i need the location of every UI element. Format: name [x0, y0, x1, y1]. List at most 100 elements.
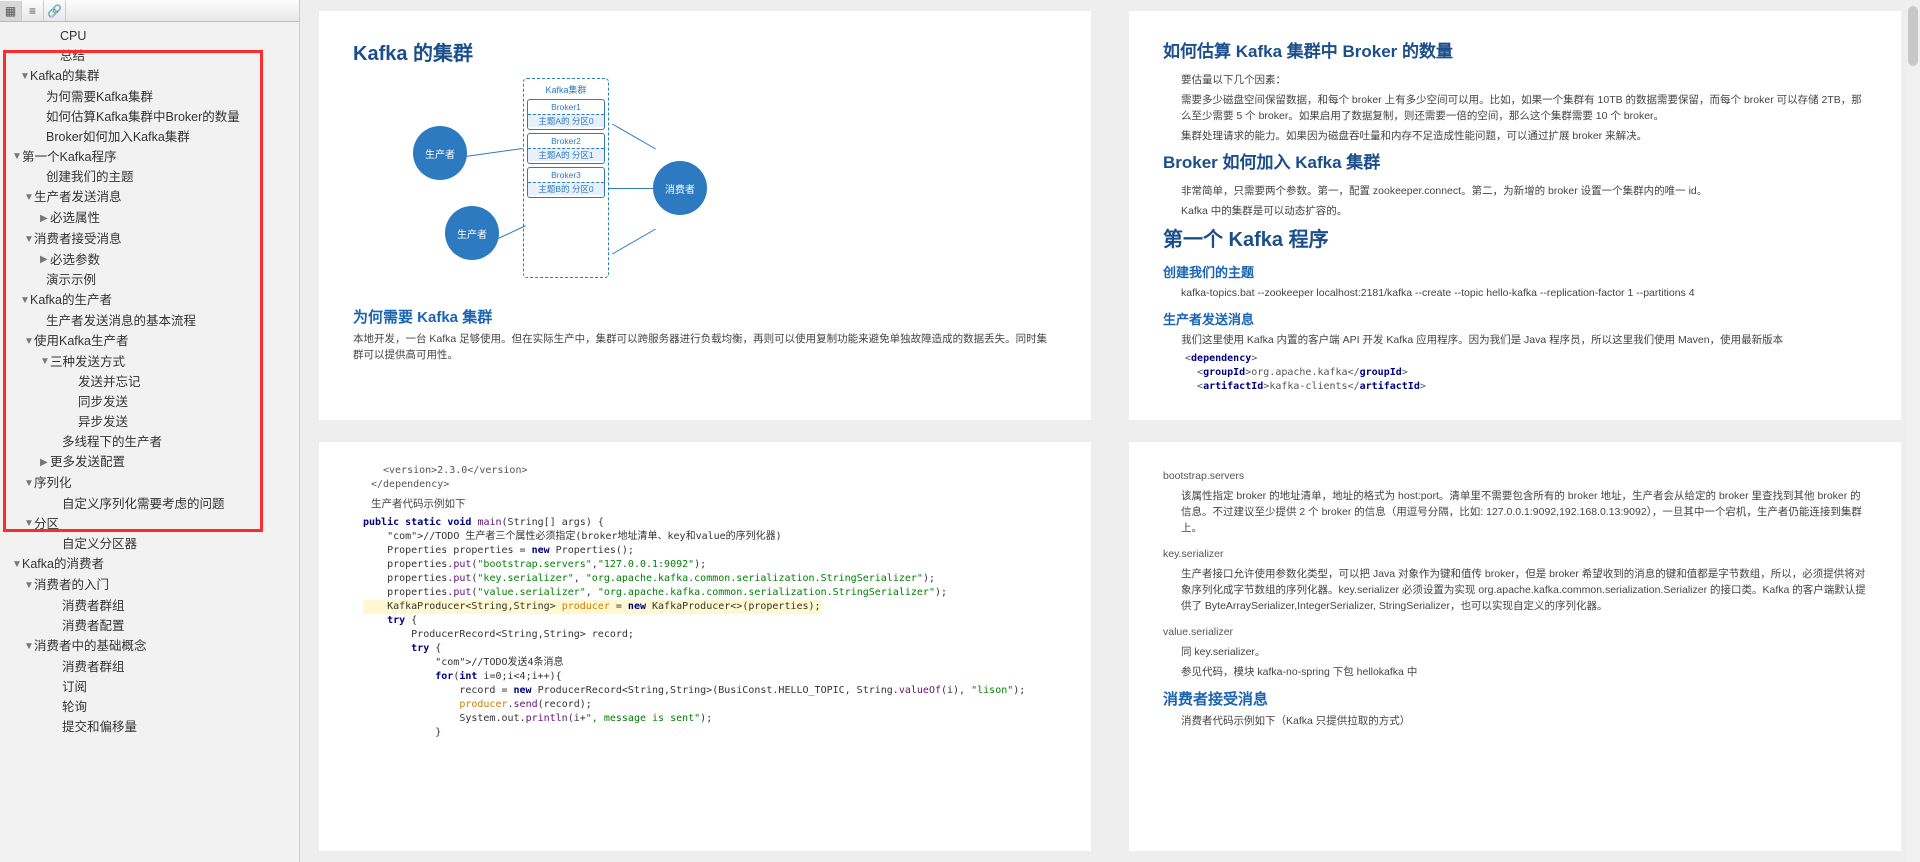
tree-arrow-icon: ▼: [24, 576, 34, 596]
p2-p3a: kafka-topics.bat --zookeeper localhost:2…: [1181, 285, 1867, 301]
outline-label: Kafka的生产者: [30, 293, 112, 307]
outline-label: 消费者中的基础概念: [34, 639, 147, 653]
tree-arrow-icon: ▼: [12, 555, 22, 575]
outline-item[interactable]: 总结: [0, 46, 299, 66]
outline-item[interactable]: 消费者配置: [0, 616, 299, 636]
p3-dep: </dependency>: [371, 478, 1057, 492]
outline-item[interactable]: ▼生产者发送消息: [0, 187, 299, 208]
outline-item[interactable]: ▼消费者中的基础概念: [0, 636, 299, 657]
p2-h3: 第一个 Kafka 程序: [1163, 223, 1867, 252]
sidebar-toolbar: ▦ ≡ 🔗: [0, 0, 299, 22]
outline-label: 为何需要Kafka集群: [46, 90, 153, 104]
outline-item[interactable]: ▼第一个Kafka程序: [0, 147, 299, 168]
p2-h2: Broker 如何加入 Kafka 集群: [1163, 148, 1867, 173]
outline-item[interactable]: 轮询: [0, 697, 299, 717]
outline-item[interactable]: ▼序列化: [0, 473, 299, 494]
outline-item[interactable]: ▶必选参数: [0, 250, 299, 271]
outline-item[interactable]: ▶更多发送配置: [0, 452, 299, 473]
p4-s3p2: 参见代码，模块 kafka-no-spring 下包 hellokafka 中: [1181, 664, 1867, 680]
outline-item[interactable]: 订阅: [0, 677, 299, 697]
outline-item[interactable]: ▶必选属性: [0, 208, 299, 229]
page1-para: 本地开发，一台 Kafka 足够使用。但在实际生产中，集群可以跨服务器进行负载均…: [353, 331, 1057, 363]
tree-arrow-icon: ▼: [24, 637, 34, 657]
outline-label: 演示示例: [46, 273, 96, 287]
outline-label: 消费者群组: [62, 660, 125, 674]
outline-item[interactable]: 消费者群组: [0, 596, 299, 616]
outline-label: 同步发送: [78, 395, 128, 409]
outline-item[interactable]: 多线程下的生产者: [0, 432, 299, 452]
outline-label: 自定义分区器: [62, 537, 137, 551]
outline-item[interactable]: 自定义序列化需要考虑的问题: [0, 494, 299, 514]
outline-item[interactable]: ▼Kafka的集群: [0, 66, 299, 87]
tree-arrow-icon: ▼: [40, 352, 50, 372]
outline-label: 消费者配置: [62, 619, 125, 633]
outline-tree[interactable]: CPU 总结 ▼Kafka的集群为何需要Kafka集群如何估算Kafka集群中Bro…: [0, 22, 299, 862]
outline-label: CPU: [60, 29, 86, 43]
page1-subtitle: 为何需要 Kafka 集群: [353, 306, 1057, 327]
outline-label: Broker如何加入Kafka集群: [46, 130, 190, 144]
p2-p1a: 要估量以下几个因素：: [1181, 72, 1867, 88]
outline-label: 总结: [60, 49, 85, 63]
outline-label: 生产者发送消息的基本流程: [46, 314, 196, 328]
tree-arrow-icon: ▼: [24, 514, 34, 534]
p2-h3a: 创建我们的主题: [1163, 262, 1867, 281]
outline-label: 发送并忘记: [78, 375, 141, 389]
outline-item[interactable]: ▼使用Kafka生产者: [0, 331, 299, 352]
page-2: 如何估算 Kafka 集群中 Broker 的数量 要估量以下几个因素： 需要多…: [1128, 10, 1902, 421]
outline-label: 轮询: [62, 700, 87, 714]
outline-item[interactable]: Broker如何加入Kafka集群: [0, 127, 299, 147]
page-4: bootstrap.servers 该属性指定 broker 的地址清单，地址的…: [1128, 441, 1902, 852]
attachment-icon[interactable]: 🔗: [44, 1, 66, 21]
producer-node-1: 生产者: [413, 126, 467, 180]
consumer-node: 消费者: [653, 161, 707, 215]
outline-item[interactable]: 创建我们的主题: [0, 167, 299, 187]
outline-label: 必选属性: [50, 211, 100, 225]
vertical-scrollbar[interactable]: [1906, 0, 1920, 862]
outline-label: 第一个Kafka程序: [22, 150, 116, 164]
p2-h1: 如何估算 Kafka 集群中 Broker 的数量: [1163, 37, 1867, 62]
outline-item[interactable]: ▼消费者的入门: [0, 575, 299, 596]
outline-label: 消费者接受消息: [34, 232, 122, 246]
outline-item[interactable]: 发送并忘记: [0, 372, 299, 392]
outline-label: 生产者发送消息: [34, 190, 122, 204]
p2-p1c: 集群处理请求的能力。如果因为磁盘吞吐量和内存不足造成性能问题，可以通过扩展 br…: [1181, 128, 1867, 144]
p4-s3t: value.serializer: [1163, 624, 1867, 640]
p2-h3b: 生产者发送消息: [1163, 309, 1867, 328]
code-block: public static void main(String[] args) {…: [363, 516, 1057, 740]
outline-item[interactable]: 消费者群组: [0, 657, 299, 677]
outline-item[interactable]: 同步发送: [0, 392, 299, 412]
page1-title: Kafka 的集群: [353, 37, 1057, 66]
outline-item[interactable]: 演示示例: [0, 270, 299, 290]
outline-item[interactable]: 自定义分区器: [0, 534, 299, 554]
outline-item[interactable]: ▼Kafka的生产者: [0, 290, 299, 311]
outline-label: Kafka的消费者: [22, 557, 104, 571]
outline-item[interactable]: ▼Kafka的消费者: [0, 554, 299, 575]
view-grid-icon[interactable]: ▦: [0, 1, 22, 21]
p4-s2t: key.serializer: [1163, 546, 1867, 562]
dependency-block: <dependency> <groupId>org.apache.kafka</…: [1185, 352, 1867, 394]
tree-arrow-icon: ▶: [40, 453, 50, 473]
tree-arrow-icon: ▼: [24, 188, 34, 208]
outline-item[interactable]: ▼三种发送方式: [0, 352, 299, 373]
sidebar: ▦ ≡ 🔗 CPU 总结 ▼Kafka的集群为何需要Kafka集群如何估算Kafka…: [0, 0, 300, 862]
broker-group-title: Kafka集群: [527, 83, 605, 96]
outline-label: 如何估算Kafka集群中Broker的数量: [46, 110, 240, 124]
outline-label: 更多发送配置: [50, 455, 125, 469]
outline-item[interactable]: ▼分区: [0, 514, 299, 535]
outline-item[interactable]: 生产者发送消息的基本流程: [0, 311, 299, 331]
outline-item[interactable]: ▼消费者接受消息: [0, 229, 299, 250]
tree-arrow-icon: ▶: [40, 209, 50, 229]
view-list-icon[interactable]: ≡: [22, 1, 44, 21]
outline-item[interactable]: 如何估算Kafka集群中Broker的数量: [0, 107, 299, 127]
outline-item[interactable]: 为何需要Kafka集群: [0, 87, 299, 107]
p4-p4: 消费者代码示例如下（Kafka 只提供拉取的方式）: [1181, 713, 1867, 729]
outline-item[interactable]: CPU: [0, 26, 299, 46]
outline-item[interactable]: 提交和偏移量: [0, 717, 299, 737]
outline-label: 创建我们的主题: [46, 170, 134, 184]
tree-arrow-icon: ▼: [20, 291, 30, 311]
outline-label: 多线程下的生产者: [62, 435, 162, 449]
outline-item[interactable]: 异步发送: [0, 412, 299, 432]
p3-pretext: 生产者代码示例如下: [371, 496, 1057, 512]
p2-p1b: 需要多少磁盘空间保留数据，和每个 broker 上有多少空间可以用。比如，如果一…: [1181, 92, 1867, 124]
page-3: <version>2.3.0</version> </dependency> 生…: [318, 441, 1092, 852]
